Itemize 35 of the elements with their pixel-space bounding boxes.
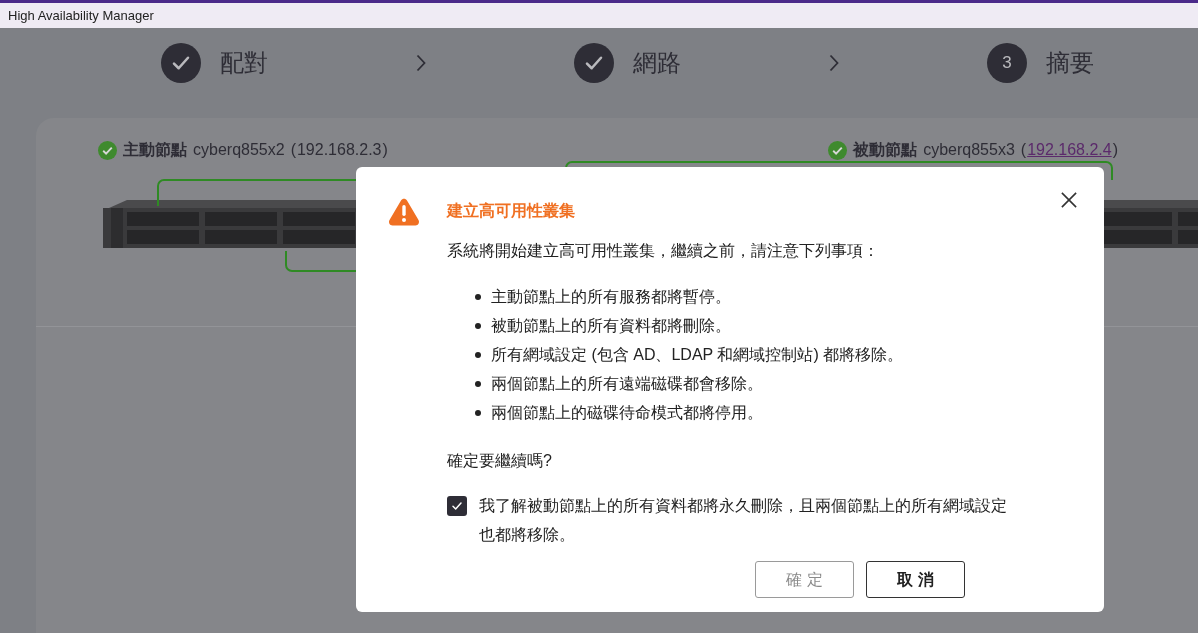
notice-item: 兩個節點上的磁碟待命模式都將停用。 bbox=[491, 403, 763, 423]
step-number: 3 bbox=[987, 43, 1027, 83]
node-address: 192.168.2.3 bbox=[296, 140, 382, 160]
step-label: 摘要 bbox=[1046, 48, 1094, 78]
address-open: ( bbox=[1020, 140, 1027, 160]
step-label: 網路 bbox=[633, 48, 681, 78]
warning-icon bbox=[388, 197, 420, 227]
bullet-icon bbox=[475, 294, 481, 300]
step-label: 配對 bbox=[220, 48, 268, 78]
notice-item: 主動節點上的所有服務都將暫停。 bbox=[491, 287, 731, 307]
notice-item: 被動節點上的所有資料都將刪除。 bbox=[491, 316, 731, 336]
node-role: 被動節點 bbox=[853, 140, 918, 160]
chevron-right-icon bbox=[829, 54, 839, 72]
node-name: cyberq855x3 bbox=[923, 140, 1015, 160]
notice-item: 兩個節點上的所有遠端磁碟都會移除。 bbox=[491, 374, 763, 394]
window-title: High Availability Manager bbox=[8, 6, 154, 25]
node-name: cyberq855x2 bbox=[193, 140, 285, 160]
dialog-button[interactable]: 取 消 bbox=[866, 561, 965, 598]
bullet-icon bbox=[475, 352, 481, 358]
address-open: ( bbox=[290, 140, 296, 160]
bullet-icon bbox=[475, 410, 481, 416]
dialog-title: 建立高可用性叢集 bbox=[447, 201, 576, 221]
node-role: 主動節點 bbox=[123, 140, 187, 160]
address-close: ) bbox=[382, 140, 388, 160]
close-icon[interactable] bbox=[1061, 192, 1077, 208]
address-close: ) bbox=[1112, 140, 1118, 160]
dialog-intro: 系統將開始建立高可用性叢集，繼續之前，請注意下列事項： bbox=[447, 241, 880, 261]
bullet-icon bbox=[475, 323, 481, 329]
acknowledge-label: 我了解被動節點上的所有資料都將永久刪除，且兩個節點上的所有網域設定也都將移除。 bbox=[479, 496, 1008, 545]
chevron-right-icon bbox=[416, 54, 426, 72]
bullet-icon bbox=[475, 381, 481, 387]
acknowledge-checkbox[interactable] bbox=[447, 496, 467, 516]
confirm-question: 確定要繼續嗎? bbox=[447, 451, 553, 471]
address-link[interactable]: 192.168.2.4 bbox=[1027, 138, 1112, 162]
notice-item: 所有網域設定 (包含 AD、LDAP 和網域控制站) 都將移除。 bbox=[491, 345, 904, 365]
